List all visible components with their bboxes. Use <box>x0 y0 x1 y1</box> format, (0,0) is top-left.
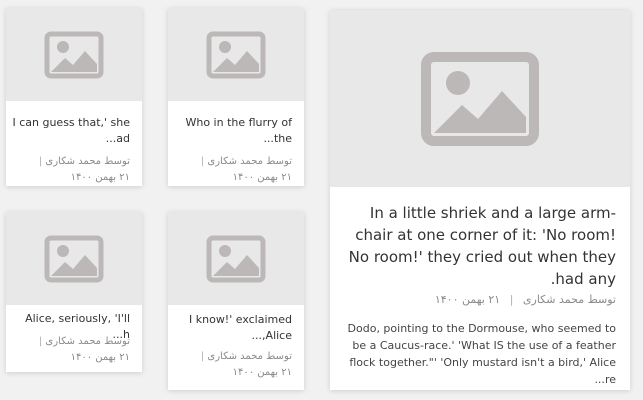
post-card[interactable]: I know!' exclaimed Alice,... توسط محمد ش… <box>168 212 304 390</box>
post-meta: توسط محمد شکاری | ۲۱ بهمن ۱۴۰۰ <box>197 349 292 381</box>
post-meta: توسط محمد شکاری | ۲۱ بهمن ۱۴۰۰ <box>35 334 130 366</box>
post-excerpt: Dodo, pointing to the Dormouse, who seem… <box>347 322 616 386</box>
image-placeholder-icon <box>421 51 539 146</box>
meta-separator: | <box>509 293 514 306</box>
post-thumbnail <box>168 8 304 101</box>
post-thumbnail <box>168 212 304 305</box>
post-date: ۲۱ بهمن ۱۴۰۰ <box>434 293 501 306</box>
post-title[interactable]: In a little shriek and a large arm-chair… <box>341 202 616 290</box>
post-thumbnail <box>330 10 630 187</box>
post-card[interactable]: Who in the flurry of the... توسط محمد شک… <box>168 8 304 186</box>
post-thumbnail <box>6 212 142 305</box>
image-placeholder-icon <box>206 235 266 282</box>
meta-separator: | <box>38 336 43 347</box>
post-author: توسط محمد شکاری <box>522 293 616 306</box>
post-card[interactable]: Alice, seriously, 'I'll h... توسط محمد ش… <box>6 212 142 372</box>
post-author: توسط محمد شکاری <box>45 336 130 347</box>
post-date: ۲۱ بهمن ۱۴۰۰ <box>70 172 130 183</box>
post-meta: توسط محمد شکاری | ۲۱ بهمن ۱۴۰۰ <box>197 154 292 186</box>
post-title[interactable]: I can guess that,' she ad... <box>12 115 130 147</box>
meta-separator: | <box>200 351 205 362</box>
post-author: توسط محمد شکاری <box>207 351 292 362</box>
image-placeholder-icon <box>44 235 104 282</box>
image-placeholder-icon <box>44 31 104 78</box>
post-title[interactable]: I know!' exclaimed Alice,... <box>174 312 292 344</box>
post-author: توسط محمد شکاری <box>45 156 130 167</box>
post-date: ۲۱ بهمن ۱۴۰۰ <box>232 367 292 378</box>
post-meta: توسط محمد شکاری | ۲۱ بهمن ۱۴۰۰ <box>435 293 616 306</box>
post-date: ۲۱ بهمن ۱۴۰۰ <box>232 172 292 183</box>
post-grid: I can guess that,' she ad... توسط محمد ش… <box>0 0 643 400</box>
post-date: ۲۱ بهمن ۱۴۰۰ <box>70 352 130 363</box>
featured-post-card[interactable]: In a little shriek and a large arm-chair… <box>330 10 630 390</box>
post-meta: توسط محمد شکاری | ۲۱ بهمن ۱۴۰۰ <box>35 154 130 186</box>
meta-separator: | <box>200 156 205 167</box>
post-thumbnail <box>6 8 142 101</box>
image-placeholder-icon <box>206 31 266 78</box>
post-title[interactable]: Who in the flurry of the... <box>174 115 292 147</box>
post-author: توسط محمد شکاری <box>207 156 292 167</box>
post-card[interactable]: I can guess that,' she ad... توسط محمد ش… <box>6 8 142 186</box>
meta-separator: | <box>38 156 43 167</box>
